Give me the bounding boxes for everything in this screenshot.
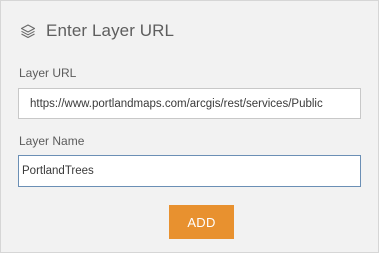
panel-title: Enter Layer URL <box>46 21 175 40</box>
layer-url-label: Layer URL <box>19 66 77 80</box>
panel-header: Enter Layer URL <box>19 20 174 42</box>
add-button[interactable]: ADD <box>169 205 234 239</box>
layer-name-label: Layer Name <box>19 134 85 148</box>
layer-url-input[interactable] <box>18 88 361 119</box>
layers-icon <box>19 22 37 40</box>
enter-layer-url-panel: Enter Layer URL Layer URL Layer Name ADD <box>0 0 379 253</box>
layer-name-input[interactable] <box>18 155 361 187</box>
